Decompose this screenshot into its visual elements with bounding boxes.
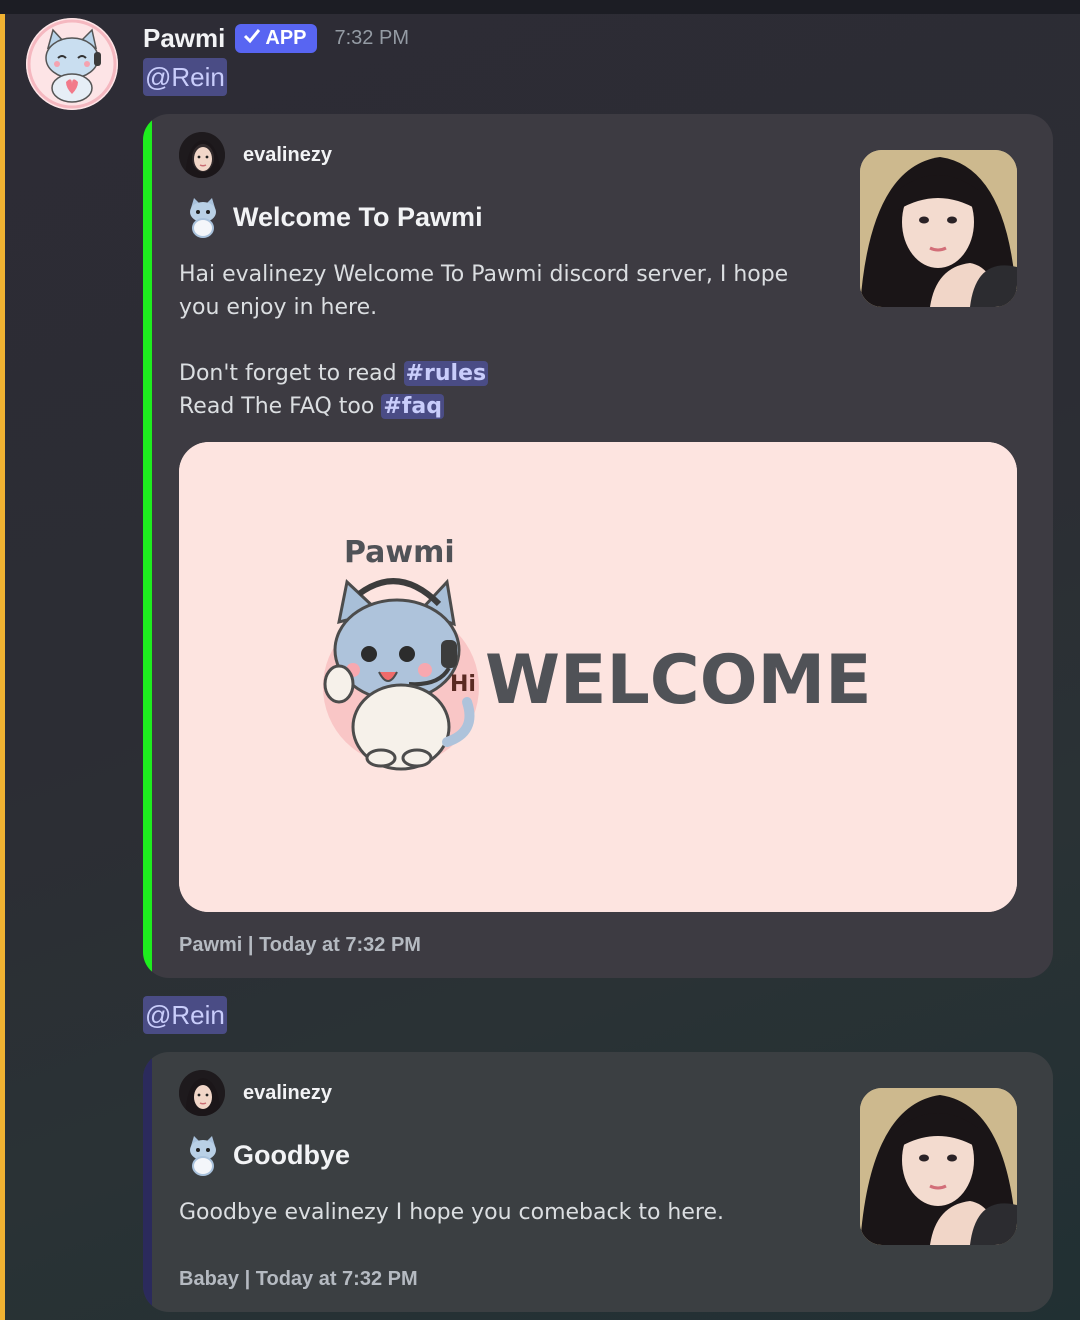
user-photo: [860, 150, 1017, 307]
bot-avatar[interactable]: [26, 18, 118, 110]
desc-line: Goodbye evalinezy I hope you comeback to…: [179, 1200, 724, 1225]
embed-description: Goodbye evalinezy I hope you comeback to…: [179, 1196, 799, 1229]
user-mention[interactable]: @Rein: [143, 58, 227, 96]
user-photo: [179, 132, 225, 178]
banner-brand: Pawmi: [344, 535, 455, 570]
welcome-embed: evalinezy Welcome To Pawmi Hai evalinezy…: [143, 114, 1053, 978]
embed-title-text: Goodbye: [233, 1139, 351, 1170]
author-name[interactable]: evalinezy: [243, 144, 332, 167]
channel-link-rules[interactable]: #rules: [403, 361, 489, 386]
embed-accent-bar: [143, 114, 152, 978]
embed-title-text: Welcome To Pawmi: [233, 201, 483, 232]
banner-hi: Hi: [450, 672, 476, 697]
user-photo: [179, 1070, 225, 1116]
author-avatar: [179, 1070, 225, 1116]
embed-thumbnail[interactable]: [860, 1088, 1017, 1245]
embed-description: Hai evalinezy Welcome To Pawmi discord s…: [179, 258, 799, 423]
banner-heading: WELCOME: [485, 641, 872, 720]
app-badge: APP: [235, 23, 317, 53]
embed-author[interactable]: evalinezy: [179, 1070, 332, 1116]
bot-username[interactable]: Pawmi: [143, 23, 225, 54]
cat-emoji-icon: [183, 196, 223, 238]
message-header: Pawmi APP 7:32 PM: [143, 18, 409, 58]
channel-link-faq[interactable]: #faq: [381, 394, 444, 419]
welcome-banner-image[interactable]: Pawmi Hi WELCOME: [179, 442, 1017, 912]
welcome-banner-art: Pawmi Hi WELCOME: [179, 442, 1017, 912]
author-avatar: [179, 132, 225, 178]
desc-line: Hai evalinezy Welcome To Pawmi discord s…: [179, 262, 789, 320]
embed-accent-bar: [143, 1052, 152, 1312]
top-bar: [0, 0, 1080, 14]
goodbye-embed: evalinezy Goodbye Goodbye evalinezy I ho…: [143, 1052, 1053, 1312]
cat-emoji-icon: [183, 1134, 223, 1176]
embed-footer: Babay | Today at 7:32 PM: [179, 1268, 418, 1290]
author-name[interactable]: evalinezy: [243, 1082, 332, 1105]
desc-line: Don't forget to read: [179, 361, 404, 386]
embed-title: Goodbye: [183, 1134, 350, 1176]
desc-line: Read The FAQ too: [179, 394, 382, 419]
check-icon: [243, 27, 261, 50]
cat-avatar-icon: [26, 18, 118, 110]
embed-footer: Pawmi | Today at 7:32 PM: [179, 934, 421, 956]
user-mention[interactable]: @Rein: [143, 996, 227, 1034]
embed-thumbnail[interactable]: [860, 150, 1017, 307]
embed-title: Welcome To Pawmi: [183, 196, 483, 238]
user-photo: [860, 1088, 1017, 1245]
embed-author[interactable]: evalinezy: [179, 132, 332, 178]
app-badge-label: APP: [265, 26, 307, 49]
message-timestamp[interactable]: 7:32 PM: [335, 27, 409, 50]
message-highlight-rule: [0, 14, 5, 1320]
